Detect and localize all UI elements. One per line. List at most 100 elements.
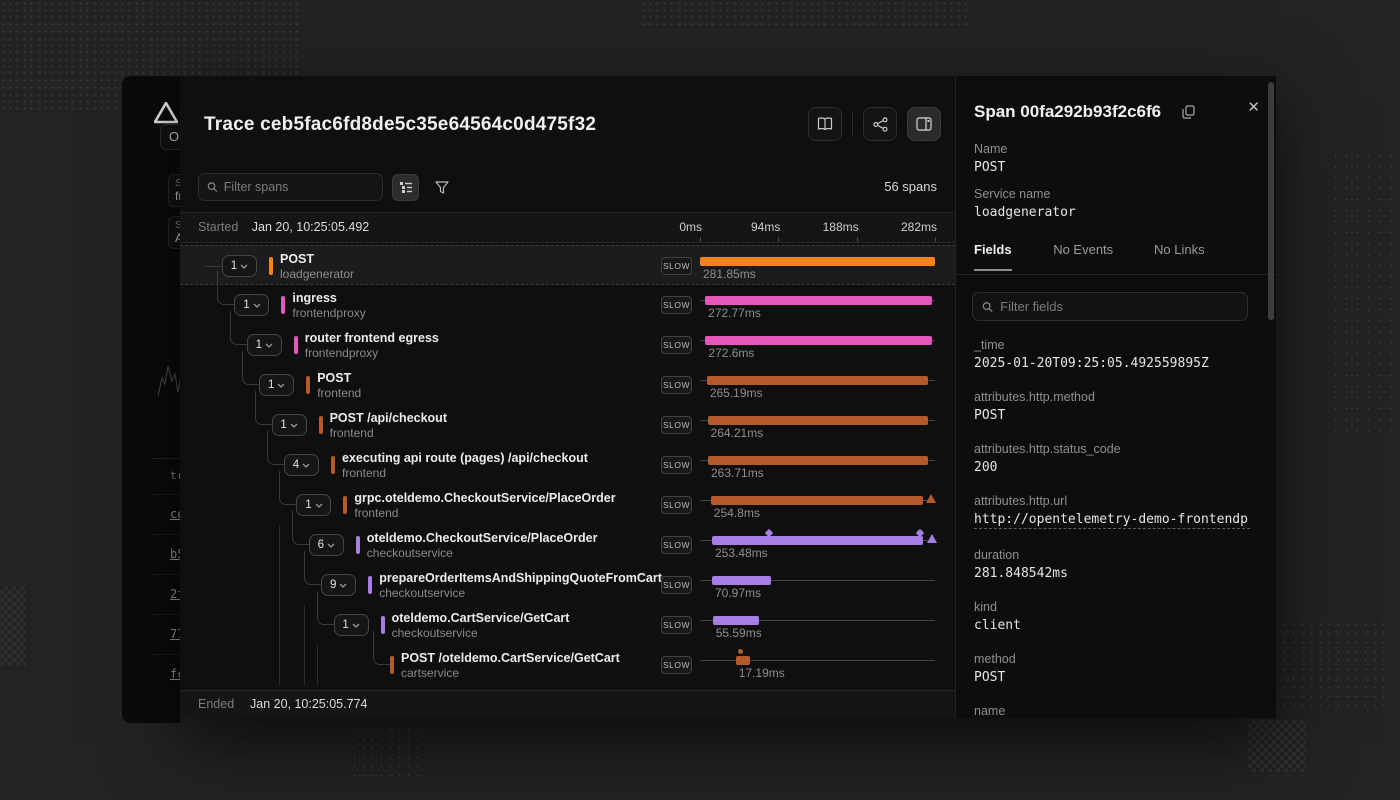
span-name: oteldemo.CheckoutService/PlaceOrder xyxy=(367,531,598,545)
span-name: POST /api/checkout xyxy=(330,411,447,425)
copy-icon xyxy=(1182,105,1195,119)
span-expander[interactable]: 9 xyxy=(321,574,356,596)
field-item[interactable]: _time2025-01-20T09:25:05.492559895Z xyxy=(974,338,1254,371)
tree-view-button[interactable] xyxy=(392,174,419,201)
chevron-down-icon xyxy=(240,264,248,269)
field-item[interactable]: name xyxy=(974,704,1254,718)
span-service: checkoutservice xyxy=(367,546,453,560)
span-row[interactable]: 1router frontend egressfrontendproxySLOW… xyxy=(180,325,955,365)
span-expander[interactable]: 1 xyxy=(234,294,269,316)
span-service: cartservice xyxy=(401,666,459,680)
span-event-marker-icon xyxy=(738,649,743,654)
trace-column-header: trace xyxy=(152,459,180,494)
copy-span-id-button[interactable] xyxy=(1182,105,1195,119)
service-color-tick xyxy=(356,536,360,554)
span-row[interactable]: 1grpc.oteldemo.CheckoutService/PlaceOrde… xyxy=(180,485,955,525)
field-item[interactable]: attributes.http.url http://opentelemetry-… xyxy=(974,494,1254,529)
span-row[interactable]: 1oteldemo.CartService/GetCartcheckoutser… xyxy=(180,605,955,645)
span-name: router frontend egress xyxy=(305,331,439,345)
span-service: frontend xyxy=(330,426,374,440)
field-item[interactable]: methodPOST xyxy=(974,652,1254,685)
span-service: loadgenerator xyxy=(280,267,354,281)
field-item[interactable]: kindclient xyxy=(974,600,1254,633)
trace-link[interactable]: ceb5f xyxy=(152,494,180,534)
span-duration-bar[interactable] xyxy=(708,456,928,465)
bg-dot-patch xyxy=(1280,620,1390,710)
span-row[interactable]: 1POST /api/checkoutfrontendSLOW264.21ms xyxy=(180,405,955,445)
span-row[interactable]: POST /oteldemo.CartService/GetCartcartse… xyxy=(180,645,955,685)
field-value-link[interactable]: http://opentelemetry-demo-frontendproxy: xyxy=(974,512,1250,529)
close-icon[interactable]: ✕ xyxy=(1247,98,1260,116)
filter-fields-input[interactable] xyxy=(1000,299,1238,314)
span-service: frontend xyxy=(342,466,386,480)
filter-button[interactable] xyxy=(428,174,455,201)
side-panel-toggle-button[interactable] xyxy=(907,107,941,141)
span-expander[interactable]: 1 xyxy=(259,374,294,396)
field-item[interactable]: duration281.848542ms xyxy=(974,548,1254,581)
service-filter[interactable]: Serv fron xyxy=(168,174,180,207)
filter-spans-input[interactable] xyxy=(224,180,374,194)
filter-spans-box[interactable] xyxy=(198,173,383,201)
span-row[interactable]: 9prepareOrderItemsAndShippingQuoteFromCa… xyxy=(180,565,955,605)
trace-link[interactable]: b5f66 xyxy=(152,534,180,574)
span-row[interactable]: 1POSTfrontendSLOW265.19ms xyxy=(180,365,955,405)
span-duration-bar[interactable] xyxy=(707,376,928,385)
tree-connector xyxy=(205,266,222,267)
span-row[interactable]: 6 oteldemo.CheckoutService/PlaceOrderchec… xyxy=(180,525,955,565)
field-key: attributes.http.url xyxy=(974,494,1254,508)
span-expander[interactable]: 4 xyxy=(284,454,319,476)
span-duration-label: 272.77ms xyxy=(708,306,761,320)
trace-link[interactable]: 777a9 xyxy=(152,614,180,654)
span-duration-bar[interactable] xyxy=(705,296,932,305)
docs-button[interactable] xyxy=(808,107,842,141)
child-count: 1 xyxy=(305,499,311,511)
share-button[interactable] xyxy=(863,107,897,141)
span-expander[interactable]: 1 xyxy=(296,494,331,516)
span-duration-bar[interactable] xyxy=(711,496,923,505)
span-duration-bar[interactable] xyxy=(700,257,935,266)
span-duration-bar[interactable] xyxy=(713,616,759,625)
span-duration-bar[interactable] xyxy=(705,336,932,345)
service-name-label: Service name xyxy=(974,187,1076,201)
tab-fields[interactable]: Fields xyxy=(974,242,1012,271)
service-color-tick xyxy=(331,456,335,474)
field-item[interactable]: attributes.http.status_code200 xyxy=(974,442,1254,475)
slow-badge: SLOW xyxy=(661,576,692,594)
span-expander[interactable]: 6 xyxy=(309,534,344,556)
open-button[interactable]: Open xyxy=(160,124,180,150)
span-duration-bar[interactable] xyxy=(712,536,923,545)
span-row[interactable]: 1POSTloadgeneratorSLOW281.85ms xyxy=(180,245,955,285)
span-expander[interactable]: 1 xyxy=(334,614,369,636)
child-count: 4 xyxy=(293,459,299,471)
service-color-tick xyxy=(343,496,347,514)
span-name: ingress xyxy=(292,291,336,305)
trace-link[interactable]: 2fd38 xyxy=(152,574,180,614)
tab-no-links[interactable]: No Links xyxy=(1154,242,1205,269)
span-duration-bar[interactable] xyxy=(712,576,771,585)
axis-tick-mark xyxy=(935,237,936,242)
axis-tick-mark xyxy=(700,237,701,242)
tree-view-icon xyxy=(399,181,413,194)
status-filter[interactable]: Stat All xyxy=(168,216,180,249)
ended-label: Ended xyxy=(198,697,234,711)
field-item[interactable]: attributes.http.methodPOST xyxy=(974,390,1254,423)
trace-link[interactable]: fc1e2 xyxy=(152,654,180,694)
service-color-tick xyxy=(381,616,385,634)
span-row[interactable]: 4executing api route (pages) /api/checko… xyxy=(180,445,955,485)
filter-fields-box[interactable] xyxy=(972,292,1248,321)
side-panel-icon xyxy=(916,117,932,131)
span-duration-bar[interactable] xyxy=(708,416,928,425)
span-expander[interactable]: 1 xyxy=(247,334,282,356)
span-row[interactable]: 1ingressfrontendproxySLOW272.77ms xyxy=(180,285,955,325)
span-duration-label: 253.48ms xyxy=(715,546,768,560)
span-expander[interactable]: 1 xyxy=(222,255,257,277)
span-expander[interactable]: 1 xyxy=(272,414,307,436)
span-duration-bar[interactable] xyxy=(736,656,750,665)
panel-scrollbar[interactable] xyxy=(1268,82,1274,720)
field-key: name xyxy=(974,704,1254,718)
tab-no-events[interactable]: No Events xyxy=(1053,242,1113,269)
span-duration-label: 17.19ms xyxy=(739,666,785,680)
service-color-tick xyxy=(368,576,372,594)
slow-badge: SLOW xyxy=(661,376,692,394)
child-count: 1 xyxy=(243,299,249,311)
